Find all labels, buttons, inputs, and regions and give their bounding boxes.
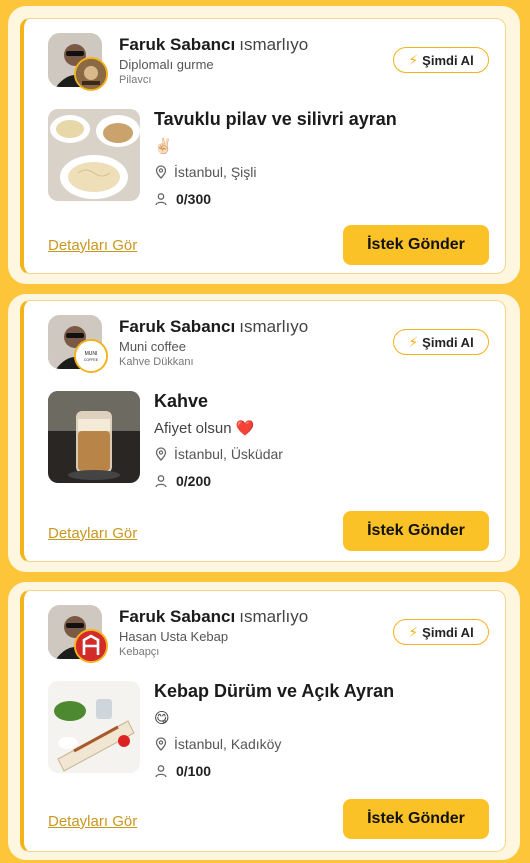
sponsor-name: Faruk Sabancı	[119, 317, 236, 336]
location-row: İstanbul, Şişli	[154, 164, 256, 180]
capacity-text: 0/300	[176, 191, 212, 207]
location-pin-icon	[155, 447, 167, 461]
buy-now-label: Şimdi Al	[422, 52, 474, 68]
sponsor-name: Faruk Sabancı	[119, 607, 236, 626]
venue-type: Pilavcı	[119, 74, 152, 86]
location-text: İstanbul, Üsküdar	[174, 446, 283, 462]
offer-card-outer: MUNI COFFEE Faruk Sabancı ısmarlıyo Muni c…	[8, 294, 520, 572]
person-icon	[155, 765, 167, 778]
venue-name: Muni coffee	[119, 339, 186, 354]
send-request-button[interactable]: İstek Gönder	[343, 225, 489, 265]
capacity-row: 0/100	[154, 763, 211, 779]
sponsor-line: Faruk Sabancı ısmarlıyo	[119, 317, 308, 337]
location-pin-icon	[155, 737, 167, 751]
lightning-icon: ⚡	[408, 333, 419, 350]
venue-logo	[74, 57, 108, 91]
buy-now-label: Şimdi Al	[422, 624, 474, 640]
buy-now-button[interactable]: ⚡ Şimdi Al	[393, 619, 489, 645]
location-row: İstanbul, Kadıköy	[154, 736, 281, 752]
capacity-text: 0/100	[176, 763, 212, 779]
item-note: 😋	[154, 710, 170, 727]
kebab-logo-icon	[76, 631, 106, 661]
lightning-icon: ⚡	[408, 51, 419, 68]
venue-logo: MUNI COFFEE	[74, 339, 108, 373]
item-title: Kahve	[154, 391, 209, 411]
location-text: İstanbul, Şişli	[174, 164, 257, 180]
item-title: Kebap Dürüm ve Açık Ayran	[154, 681, 395, 701]
buy-now-button[interactable]: ⚡ Şimdi Al	[393, 47, 489, 73]
location-pin-icon	[155, 165, 167, 179]
sponsor-line: Faruk Sabancı ısmarlıyo	[119, 35, 308, 55]
sponsor-verb: ısmarlıyo	[239, 317, 309, 336]
location-text: İstanbul, Kadıköy	[174, 736, 282, 752]
sponsor-verb: ısmarlıyo	[239, 35, 309, 54]
sponsor-name: Faruk Sabancı	[119, 35, 236, 54]
capacity-row: 0/200	[154, 473, 211, 489]
location-row: İstanbul, Üsküdar	[154, 446, 283, 462]
send-request-button[interactable]: İstek Gönder	[343, 799, 489, 839]
person-icon	[155, 475, 167, 488]
offer-card: Faruk Sabancı ısmarlıyo Hasan Usta Kebap …	[20, 590, 506, 852]
item-photo[interactable]	[48, 109, 140, 201]
details-link[interactable]: Detayları Gör	[48, 237, 137, 254]
offer-card-outer: Faruk Sabancı ısmarlıyo Hasan Usta Kebap …	[8, 582, 520, 860]
svg-text:MUNI: MUNI	[85, 351, 98, 357]
item-title: Tavuklu pilav ve silivri ayran	[154, 109, 397, 129]
coffee-logo-icon: MUNICOFFEE	[76, 341, 106, 371]
buy-now-button[interactable]: ⚡ Şimdi Al	[393, 329, 489, 355]
venue-type: Kebapçı	[119, 646, 160, 658]
venue-name: Diplomalı gurme	[119, 57, 214, 72]
capacity-row: 0/300	[154, 191, 211, 207]
item-photo[interactable]	[48, 391, 140, 483]
details-link[interactable]: Detayları Gör	[48, 813, 137, 830]
buy-now-label: Şimdi Al	[422, 334, 474, 350]
item-note: Afiyet olsun ❤️	[154, 420, 255, 437]
item-photo[interactable]	[48, 681, 140, 773]
venue-logo	[74, 629, 108, 663]
details-link[interactable]: Detayları Gör	[48, 525, 137, 542]
offer-card-outer: Faruk Sabancı ısmarlıyo Diplomalı gurme P…	[8, 6, 520, 284]
send-request-button[interactable]: İstek Gönder	[343, 511, 489, 551]
restaurant-logo-icon	[76, 59, 106, 89]
lightning-icon: ⚡	[408, 623, 419, 640]
person-icon	[155, 193, 167, 206]
offer-card: Faruk Sabancı ısmarlıyo Diplomalı gurme P…	[20, 18, 506, 274]
svg-text:COFFEE: COFFEE	[84, 358, 99, 362]
item-note: ✌🏻	[154, 138, 173, 155]
capacity-text: 0/200	[176, 473, 212, 489]
offer-card: MUNI COFFEE Faruk Sabancı ısmarlıyo Muni c…	[20, 300, 506, 562]
sponsor-line: Faruk Sabancı ısmarlıyo	[119, 607, 308, 627]
sponsor-verb: ısmarlıyo	[239, 607, 309, 626]
venue-name: Hasan Usta Kebap	[119, 629, 229, 644]
venue-type: Kahve Dükkanı	[119, 356, 194, 368]
